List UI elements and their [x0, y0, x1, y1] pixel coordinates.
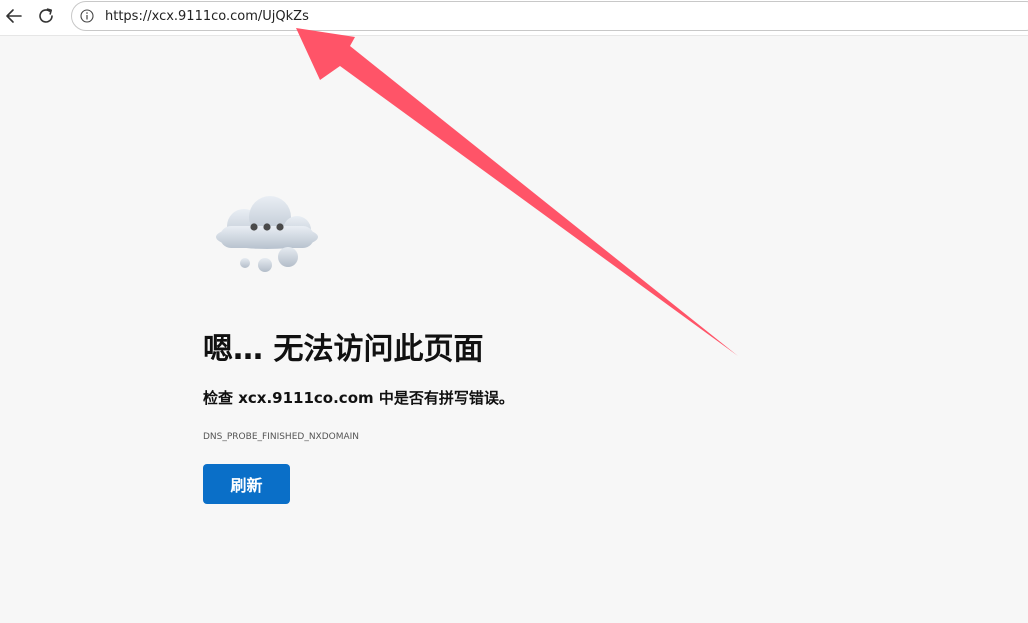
url-text[interactable]: https://xcx.9111co.com/UjQkZs — [105, 9, 309, 24]
error-description: 检查 xcx.9111co.com 中是否有拼写错误。 — [203, 389, 514, 407]
browser-toolbar: https://xcx.9111co.com/UjQkZs — [0, 0, 1028, 36]
error-title: 嗯… 无法访问此页面 — [203, 332, 484, 367]
back-button[interactable] — [0, 2, 28, 30]
annotation-arrow — [296, 28, 738, 356]
back-arrow-icon — [6, 9, 22, 23]
error-code: DNS_PROBE_FINISHED_NXDOMAIN — [203, 432, 360, 442]
address-bar[interactable]: https://xcx.9111co.com/UjQkZs — [71, 1, 1028, 31]
refresh-button[interactable]: 刷新 — [203, 464, 290, 504]
refresh-icon — [39, 8, 53, 23]
cloud-error-icon — [216, 196, 318, 272]
info-icon[interactable] — [80, 9, 94, 23]
refresh-nav-button[interactable] — [32, 2, 60, 30]
